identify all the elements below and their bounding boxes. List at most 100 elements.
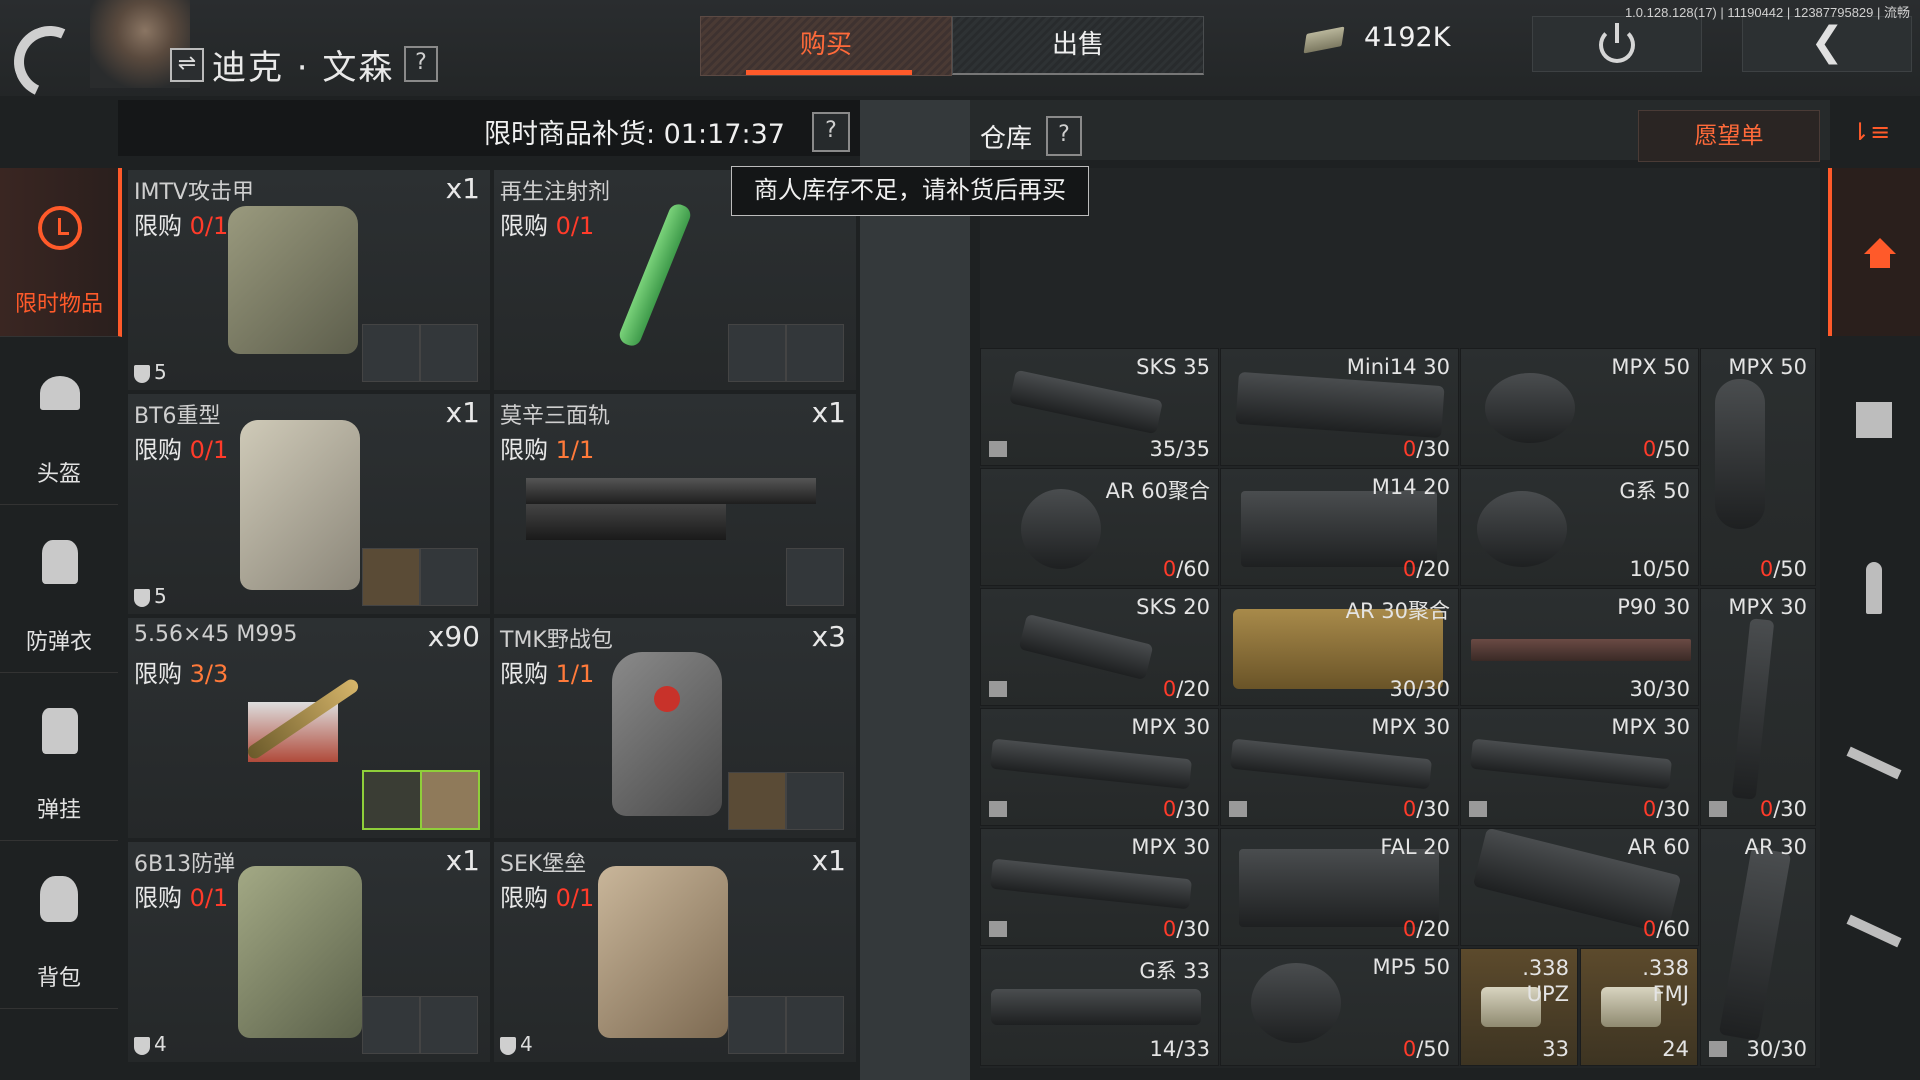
warehouse-item[interactable]: MPX 50 0/50 (1460, 348, 1699, 466)
item-image (598, 866, 728, 1038)
tab-sell[interactable]: 出售 (952, 16, 1204, 75)
item-image (228, 206, 358, 354)
filter-smgs[interactable] (1828, 840, 1920, 1008)
item-name: MPX 30 (1611, 715, 1690, 739)
barter-item[interactable] (362, 996, 420, 1054)
barter-item[interactable] (728, 772, 786, 830)
magazine-image (1471, 639, 1691, 661)
restock-timer: 限时商品补货: 01:17:37 (484, 119, 785, 150)
warehouse-item[interactable]: MPX 30 0/30 (1700, 588, 1816, 826)
barter-item[interactable] (786, 548, 844, 606)
shop-item-card[interactable]: SEK堡垒 限购 0/1 x1 4 (494, 842, 856, 1062)
home-icon (1864, 238, 1896, 268)
warehouse-item[interactable]: MPX 50 0/50 (1700, 348, 1816, 586)
count-rest: /30 (1176, 917, 1210, 941)
barter-item[interactable] (420, 996, 478, 1054)
item-name: SEK堡垒 (500, 852, 587, 877)
barter-item[interactable] (420, 770, 480, 830)
barter-item[interactable] (786, 996, 844, 1054)
warehouse-item[interactable]: G系 50 10/50 (1460, 468, 1699, 586)
item-quantity: x1 (445, 844, 480, 877)
tab-buy[interactable]: 购买 (700, 16, 952, 76)
sidebar-item-chest-rig[interactable]: 弹挂 (0, 672, 118, 841)
warehouse-help-button[interactable]: ? (1046, 116, 1082, 156)
barter-item[interactable] (786, 772, 844, 830)
armor-level: 4 (134, 1032, 167, 1056)
warehouse-item[interactable]: .338 UPZ 33 (1460, 948, 1578, 1066)
count-rest: 30/30 (1629, 677, 1690, 701)
warehouse-item[interactable]: FAL 20 0/20 (1220, 828, 1459, 946)
purchase-limit: 限购 3/3 (134, 654, 228, 689)
limit-value: 3/3 (189, 660, 229, 688)
warehouse-title: 仓库 (980, 124, 1033, 154)
filter-ammo[interactable] (1828, 504, 1920, 672)
shop-item-card[interactable]: 5.56×45 M995 限购 3/3 x90 (128, 618, 490, 838)
rifle-icon (1846, 914, 1902, 948)
barter-item[interactable] (786, 324, 844, 382)
filter-home[interactable] (1828, 168, 1920, 336)
barter-item[interactable] (362, 770, 422, 830)
shop-item-card[interactable]: TMK野战包 限购 1/1 x3 (494, 618, 856, 838)
warehouse-item[interactable]: Mini14 30 0/30 (1220, 348, 1459, 466)
shop-item-card[interactable]: IMTV攻击甲 限购 0/1 x1 5 (128, 170, 490, 390)
count-rest: /30 (1416, 437, 1450, 461)
sidebar-item-limited[interactable]: 限时物品 (0, 168, 122, 337)
warehouse-item[interactable]: AR 30聚合 30/30 (1220, 588, 1459, 706)
warehouse-item[interactable]: M14 20 0/20 (1220, 468, 1459, 586)
warehouse-item[interactable]: AR 30 30/30 (1700, 828, 1816, 1066)
power-button[interactable] (1532, 16, 1702, 72)
item-quantity: x1 (811, 844, 846, 877)
warehouse-item[interactable]: MPX 30 0/30 (980, 708, 1219, 826)
count-rest: /50 (1773, 557, 1807, 581)
drum-magazine-image (1477, 491, 1567, 567)
shop-item-card[interactable]: 6B13防弹 限购 0/1 x1 4 (128, 842, 490, 1062)
filter-rifles[interactable] (1828, 672, 1920, 840)
barter-item[interactable] (362, 324, 420, 382)
count-rest: /50 (1656, 437, 1690, 461)
back-button[interactable]: ❮ (1742, 16, 1912, 72)
armor-shield-icon (500, 1036, 516, 1055)
item-count: 0/50 (1760, 557, 1807, 581)
sidebar-item-label: 背包 (36, 966, 81, 991)
sort-icon[interactable]: ⇂≡ (1850, 118, 1890, 148)
warehouse-item[interactable]: MPX 30 0/30 (980, 828, 1219, 946)
trader-help-button[interactable]: ? (404, 46, 438, 82)
sidebar-item-helmet[interactable]: 头盔 (0, 336, 118, 505)
warehouse-item[interactable]: MPX 30 0/30 (1460, 708, 1699, 826)
warehouse-item[interactable]: P90 30 30/30 (1460, 588, 1699, 706)
item-count: 0/30 (1403, 437, 1450, 461)
sidebar-item-backpack[interactable]: 背包 (0, 840, 118, 1009)
restock-help-button[interactable]: ? (812, 112, 850, 152)
sidebar-item-label: 防弹衣 (25, 630, 92, 655)
barter-item[interactable] (420, 548, 478, 606)
tab-active-indicator (746, 70, 912, 75)
warehouse-item[interactable]: MP5 50 0/50 (1220, 948, 1459, 1066)
shop-item-card[interactable]: BT6重型 限购 0/1 x1 5 (128, 394, 490, 614)
count-empty: 0 (1402, 437, 1417, 461)
warehouse-item[interactable]: SKS 35 35/35 (980, 348, 1219, 466)
switch-trader-button[interactable]: ⇌ (170, 48, 204, 82)
count-empty: 0 (1402, 917, 1417, 941)
item-image (616, 201, 694, 349)
item-image (526, 478, 816, 504)
sidebar-item-vest[interactable]: 防弹衣 (0, 504, 118, 673)
barter-item[interactable] (728, 996, 786, 1054)
barter-item[interactable] (420, 324, 478, 382)
item-name: AR 30 (1744, 835, 1807, 859)
purchase-limit: 限购 0/1 (134, 430, 228, 465)
wishlist-button[interactable]: 愿望单 (1638, 110, 1820, 162)
warehouse-item[interactable]: AR 60聚合 0/60 (980, 468, 1219, 586)
drum-magazine-image (1021, 489, 1101, 569)
barter-item[interactable] (362, 548, 420, 606)
filter-containers[interactable] (1828, 336, 1920, 504)
item-name: 5.56×45 M995 (134, 622, 298, 647)
barter-item[interactable] (728, 324, 786, 382)
warehouse-item[interactable]: .338 FMJ 24 (1580, 948, 1698, 1066)
warehouse-item[interactable]: AR 60 0/60 (1460, 828, 1699, 946)
warehouse-item[interactable]: G系 33 14/33 (980, 948, 1219, 1066)
shop-item-card[interactable]: 莫辛三面轨 限购 1/1 x1 (494, 394, 856, 614)
item-count: 24 (1662, 1037, 1689, 1061)
limit-label: 限购 (134, 660, 182, 688)
warehouse-item[interactable]: SKS 20 0/20 (980, 588, 1219, 706)
warehouse-item[interactable]: MPX 30 0/30 (1220, 708, 1459, 826)
